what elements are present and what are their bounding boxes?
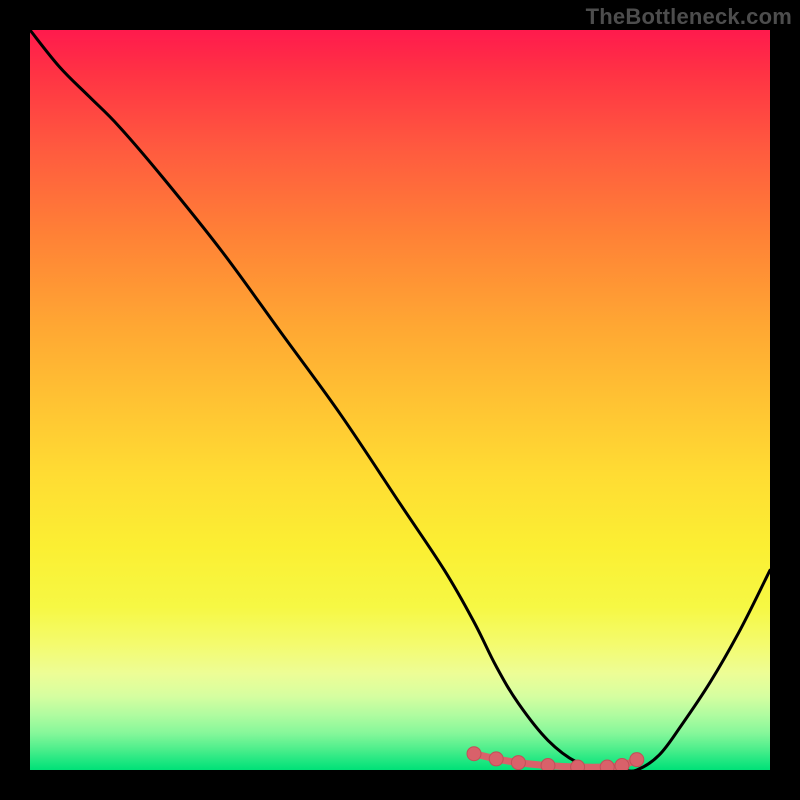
- minimum-marker-dot: [571, 760, 585, 770]
- minimum-marker-dot: [600, 760, 614, 770]
- minimum-marker-dot: [511, 756, 525, 770]
- watermark-text: TheBottleneck.com: [586, 4, 792, 30]
- minimum-marker-dot: [541, 759, 555, 770]
- minimum-marker-dot: [630, 753, 644, 767]
- minimum-marker-dot: [467, 747, 481, 761]
- minimum-marker-dot: [615, 759, 629, 770]
- minimum-marker-dot: [489, 752, 503, 766]
- plot-area: [30, 30, 770, 770]
- chart-stage: TheBottleneck.com: [0, 0, 800, 800]
- bottleneck-curve-line: [30, 30, 770, 770]
- chart-svg: [30, 30, 770, 770]
- minimum-marker-dots: [467, 747, 644, 770]
